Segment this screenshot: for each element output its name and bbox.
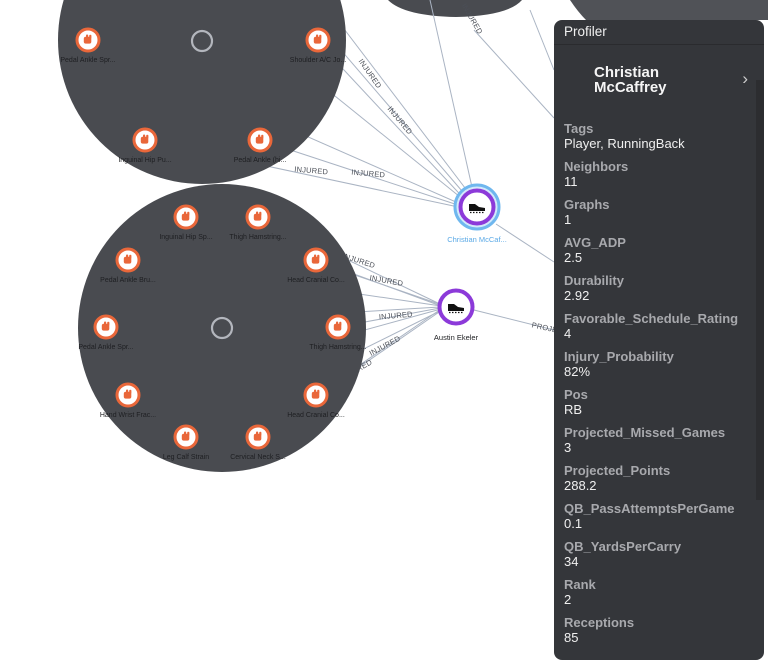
injury-node-label: Leg Calf Strain [163, 454, 209, 461]
chevron-right-icon[interactable]: › [742, 69, 748, 89]
profiler-field: Injury_Probability 82% [564, 349, 764, 387]
profiler-field-label: QB_YardsPerCarry [564, 539, 682, 554]
player-node-label: Austin Ekeler [434, 333, 479, 342]
edge-label: INJURED [368, 334, 402, 358]
profiler-field-value: 288.2 [564, 478, 597, 493]
profiler-field-label: Favorable_Schedule_Rating [564, 311, 739, 326]
edge-label: INJURED [379, 310, 414, 322]
player-node-layer[interactable]: Christian McCaf... Austin Ekeler [434, 183, 507, 343]
profiler-field: QB_PassAttemptsPerGame 0.1 [564, 501, 764, 539]
profiler-field-label: Durability [564, 273, 624, 288]
profiler-field-value: 2.5 [564, 250, 583, 265]
profiler-field-value: 11 [564, 174, 578, 189]
player-node-label: Christian McCaf... [447, 235, 507, 244]
cluster-bottom [78, 184, 366, 472]
injury-node-label: Shoulder A/C Jo... [290, 57, 346, 64]
profiler-field: Pos RB [564, 387, 764, 425]
profiler-field-value: 0.1 [564, 516, 583, 531]
edge-label: INJURED [294, 165, 329, 177]
edge-label: INJURED [386, 105, 415, 137]
profiler-field-label: Rank [564, 577, 596, 592]
profiler-panel: Profiler Christian McCaffrey › Tags Playe… [554, 20, 764, 660]
profiler-entity-name: Christian McCaffrey [594, 64, 667, 96]
injury-node-label: Head Cranial Co... [287, 412, 345, 419]
profiler-field-value: 2 [564, 592, 572, 607]
profiler-field-label: Neighbors [564, 159, 629, 174]
profiler-field: Projected_Missed_Games 3 [564, 425, 764, 463]
profiler-field: Neighbors 11 [564, 159, 764, 197]
profiler-field-label: AVG_ADP [564, 235, 626, 250]
cluster-partial-right [570, 0, 768, 20]
profiler-field: Tags Player, RunningBack [564, 121, 764, 159]
profiler-field: Favorable_Schedule_Rating 4 [564, 311, 764, 349]
profiler-field-value: 1 [564, 212, 572, 227]
profiler-field: Receptions 85 [564, 615, 764, 653]
profiler-field-value: 85 [564, 630, 579, 645]
edge-label: INJURED [351, 168, 386, 180]
injury-node-label: Pedal Ankle Spr... [78, 344, 133, 351]
profiler-field-value: 82% [564, 364, 591, 379]
profiler-field-label: QB_PassAttemptsPerGame [564, 501, 735, 516]
profiler-field: Rank 2 [564, 577, 764, 615]
player-node[interactable]: Austin Ekeler [434, 288, 479, 343]
profiler-field: QB_YardsPerCarry 34 [564, 539, 764, 577]
cluster-top [58, 0, 346, 184]
profiler-field-value: RB [564, 402, 583, 417]
profiler-field-label: Pos [564, 387, 588, 402]
profiler-scrollbar[interactable] [756, 80, 764, 500]
profiler-field-label: Receptions [564, 615, 635, 630]
profiler-field-value: 34 [564, 554, 579, 569]
profiler-field-value: 3 [564, 440, 572, 455]
injury-node-label: Pedal Ankle Bru... [100, 277, 156, 284]
profiler-field-label: Injury_Probability [564, 349, 674, 364]
injury-node-label: Hand Wrist Frac... [100, 412, 156, 419]
profiler-entity-row[interactable]: Christian McCaffrey › [554, 65, 764, 107]
injury-node-label: Thigh Hamstring... [229, 234, 286, 241]
injury-node-label: Head Cranial Co... [287, 277, 345, 284]
injury-node-label: Thigh Hamstring... [309, 344, 366, 351]
injury-node-label: Pedal Ankle Spr... [60, 57, 115, 64]
injury-node-label: Pedal Ankle (hi... [234, 157, 287, 164]
profiler-field-label: Graphs [564, 197, 610, 212]
injury-node-label: Inguinal Hip Pu... [118, 157, 171, 164]
profiler-field-value: 4 [564, 326, 572, 341]
profiler-field: Graphs 1 [564, 197, 764, 235]
profiler-field: Projected_Points 288.2 [564, 463, 764, 501]
profiler-field: AVG_ADP 2.5 [564, 235, 764, 273]
injury-node-label: Cervical Neck S... [230, 454, 286, 461]
injury-node-label: Inguinal Hip Sp... [159, 234, 212, 241]
profiler-field-label: Projected_Points [564, 463, 671, 478]
profiler-field-label: Projected_Missed_Games [564, 425, 726, 440]
profiler-field-label: Tags [564, 121, 594, 136]
cluster-partial-top [388, 0, 522, 17]
profiler-field-value: 2.92 [564, 288, 590, 303]
profiler-title: Profiler [554, 20, 764, 45]
profiler-field-value: Player, RunningBack [564, 136, 685, 151]
profiler-field: Durability 2.92 [564, 273, 764, 311]
profiler-field-list: Tags Player, RunningBack Neighbors 11 Graphs… [554, 121, 764, 653]
